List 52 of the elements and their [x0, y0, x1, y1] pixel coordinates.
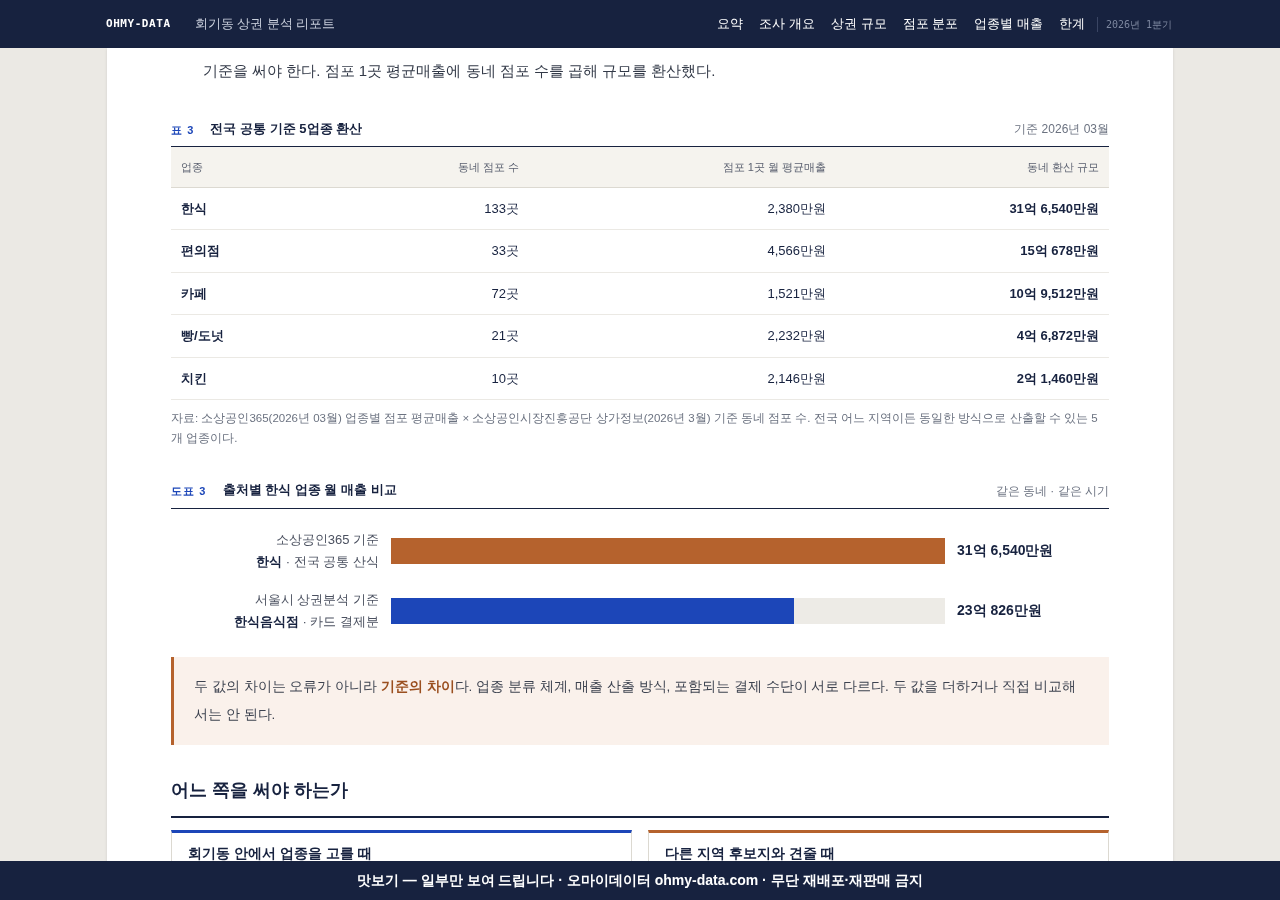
intro-text: 기준을 써야 한다. 점포 1곳 평균매출에 동네 점포 수를 곱해 규모를 환산했다.: [202, 61, 717, 81]
bar-value: 31억 6,540만원: [957, 541, 1054, 560]
table-cell: 4,566만원: [528, 229, 836, 272]
table-cell: 2,232만원: [528, 314, 836, 357]
column-header: 점포 1곳 월 평균매출: [528, 147, 836, 187]
table-cell: 133곳: [326, 187, 529, 230]
table-cell: 카페: [171, 272, 327, 315]
nav-link[interactable]: 요약: [717, 14, 744, 34]
table-cell: 치킨: [171, 357, 327, 400]
column-header: 업종: [171, 147, 327, 187]
table-cell: 2,146만원: [528, 357, 836, 400]
report-title: 회기동 상권 분석 리포트: [194, 15, 336, 34]
column-header: 동네 환산 규모: [836, 147, 1109, 187]
bar-category: 한식 · 전국 공통 산식: [255, 552, 379, 571]
table-cell: 31억 6,540만원: [836, 187, 1109, 230]
section-heading: 어느 쪽을 써야 하는가: [171, 776, 1109, 818]
card-title: 회기동 안에서 업종을 고를 때: [188, 844, 372, 861]
table-cell: 15억 678만원: [836, 229, 1109, 272]
nav-link[interactable]: 업종별 매출: [974, 14, 1043, 34]
callout-text: 두 값의 차이는 오류가 아니라 기준의 차이다. 업종 분류 체계, 매출 산출 방식, 포함되는 결제 수단이 서로 다르다. 두 값을 더하거나 직접 비교해서는 안 된다.: [194, 677, 1077, 724]
table-cell: 33곳: [326, 229, 529, 272]
bar-category: 한식음식점 · 카드 결제분: [232, 612, 379, 631]
nav-link[interactable]: 점포 분포: [902, 14, 959, 34]
table-title: 전국 공통 기준 5업종 환산: [210, 119, 363, 138]
nav-link[interactable]: 한계: [1058, 14, 1085, 34]
nav-link[interactable]: 조사 개요: [759, 14, 815, 34]
card-title: 다른 지역 후보지와 견줄 때: [665, 844, 835, 861]
table-cell: 1,521만원: [528, 272, 836, 315]
table-cell: 한식: [171, 187, 327, 230]
table-cell: 10억 9,512만원: [836, 272, 1109, 315]
column-header: 동네 점포 수: [326, 147, 529, 187]
bar-source: 소상공인365 기준: [274, 530, 379, 549]
figure-note: 같은 동네 · 같은 시기: [995, 482, 1109, 500]
table-cell: 2억 1,460만원: [836, 357, 1109, 400]
table-cell: 72곳: [326, 272, 529, 315]
source-note: 자료: 소상공인365(2026년 03월) 업종별 점포 평균매출 × 소상공인시장진흥공단 상가정보(2026년 3월) 기준 동네 점포 수. 전국 어느 지역이든 동일한 방식으로 산출할 수 있는 5개 업종이다.: [171, 411, 1099, 446]
table-label: 표 3: [171, 122, 195, 138]
table-note: 기준 2026년 03월: [1014, 121, 1109, 138]
banner-text: 맛보기 — 일부만 보여 드립니다 · 오마이데이터 ohmy-data.com · 무단 재배포·재판매 금지: [356, 871, 924, 890]
bar-source: 서울시 상권분석 기준: [253, 590, 379, 609]
period-label: 2026년 1분기: [1096, 16, 1172, 32]
table-cell: 빵/도넛: [171, 314, 327, 357]
logo[interactable]: OHMY-DATA: [106, 15, 171, 33]
bar-value: 23억 826만원: [957, 601, 1042, 620]
table-cell: 21곳: [326, 314, 529, 357]
figure-title: 출처별 한식 업종 월 매출 비교: [222, 481, 397, 499]
nav-link[interactable]: 상권 규모: [831, 14, 887, 34]
table-cell: 4억 6,872만원: [836, 314, 1109, 357]
figure-label: 도표 3: [171, 484, 207, 499]
table-cell: 10곳: [326, 357, 529, 400]
table-cell: 편의점: [171, 229, 327, 272]
table-cell: 2,380만원: [528, 187, 836, 230]
